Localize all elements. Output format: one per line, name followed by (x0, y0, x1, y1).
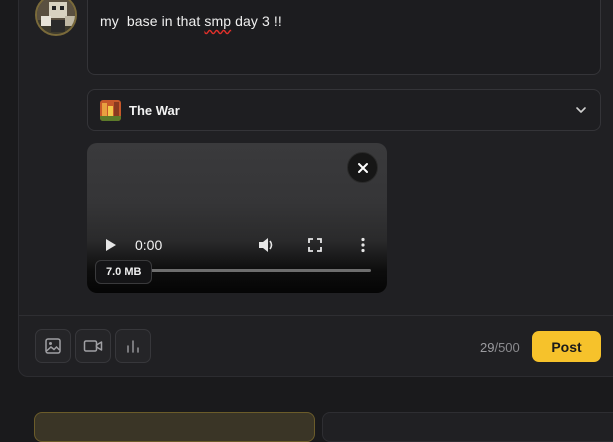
video-progress-bar[interactable] (140, 269, 371, 272)
community-select[interactable]: The War (87, 89, 601, 131)
volume-button[interactable] (258, 237, 276, 258)
add-image-button[interactable] (35, 329, 71, 363)
file-size-badge: 7.0 MB (95, 260, 153, 284)
fullscreen-icon (308, 238, 322, 252)
volume-icon (259, 238, 273, 252)
character-limit: /500 (494, 340, 520, 355)
fullscreen-button[interactable] (308, 238, 322, 257)
add-video-button[interactable] (75, 329, 111, 363)
character-count: 29 (480, 340, 495, 355)
close-icon (357, 162, 368, 173)
remove-video-button[interactable] (347, 152, 378, 183)
community-select-label: The War (129, 102, 180, 118)
post-button[interactable]: Post (532, 331, 601, 362)
image-icon (45, 338, 61, 354)
play-button[interactable] (104, 237, 118, 258)
misspelled-word: smp (204, 13, 232, 29)
post-text-after: day 3 !! (231, 13, 282, 29)
video-icon (83, 340, 103, 352)
feed-card[interactable] (322, 412, 613, 442)
video-time: 0:00 (135, 237, 163, 253)
add-poll-button[interactable] (115, 329, 151, 363)
more-vertical-icon (361, 237, 365, 253)
character-counter: 29/500 (480, 340, 520, 355)
toolbar-divider (19, 315, 613, 316)
community-thumbnail (100, 99, 121, 121)
play-icon (106, 239, 116, 251)
bar-chart-icon (127, 340, 139, 353)
post-text-input[interactable]: my base in that smp day 3 !! (87, 0, 601, 75)
chevron-down-icon (574, 103, 588, 117)
post-text-before: my base in that (100, 13, 205, 29)
video-options-button[interactable] (360, 237, 366, 258)
feed-card[interactable] (34, 412, 315, 442)
